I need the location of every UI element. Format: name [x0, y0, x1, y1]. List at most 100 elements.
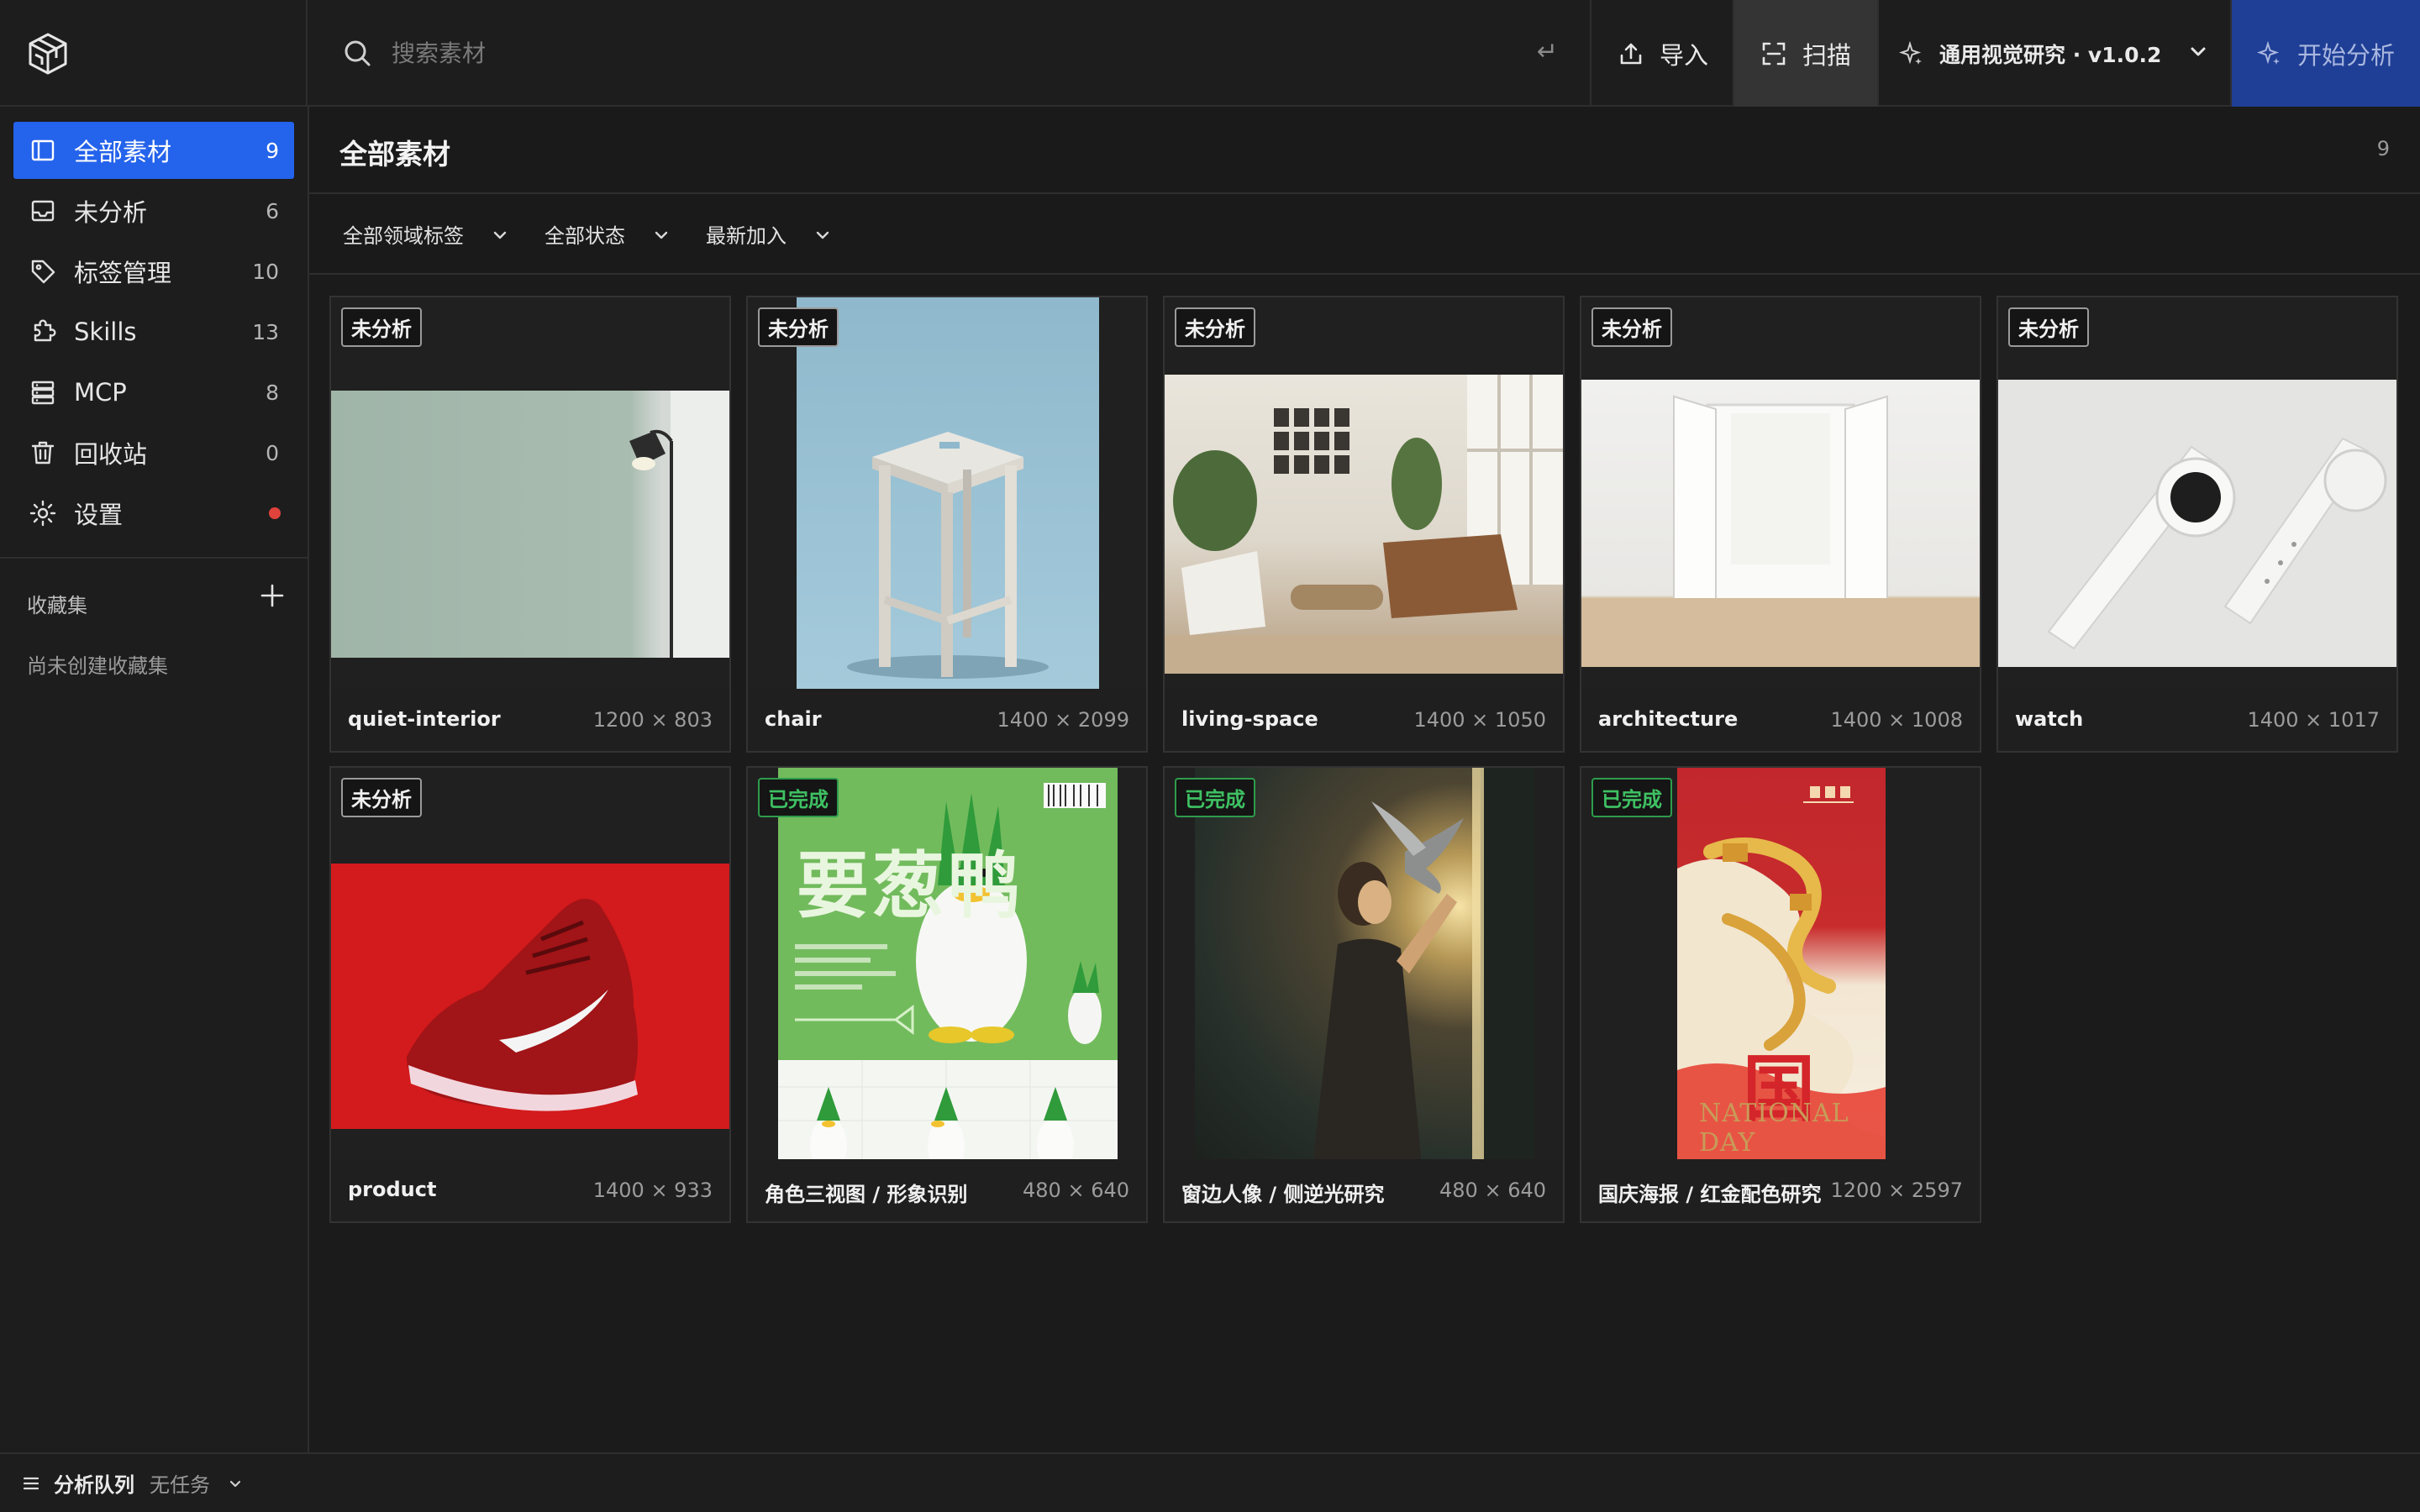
sidebar-item-label: 未分析 — [74, 198, 148, 227]
asset-thumbnail[interactable]: 要葱鸭 — [748, 768, 1146, 1164]
sidebar-divider — [0, 557, 308, 559]
app-logo-icon[interactable] — [25, 31, 71, 76]
sidebar-item-label: 回收站 — [74, 440, 148, 469]
status-badge: 未分析 — [758, 307, 839, 347]
asset-card[interactable]: 未分析 product 1400 × 933 — [329, 766, 731, 1223]
poster-title-text: 要葱鸭 — [797, 844, 1023, 928]
sidebar-item-mcp[interactable]: MCP 8 — [13, 364, 294, 421]
inbox-icon — [31, 200, 55, 222]
sidebar-item-count: 8 — [266, 380, 279, 405]
import-button[interactable]: 导入 — [1593, 0, 1734, 107]
enter-icon: ↵ — [1536, 37, 1558, 66]
logo-cell — [0, 0, 308, 107]
asset-name: living-space — [1181, 707, 1318, 731]
chevron-down-icon — [493, 231, 507, 239]
sidebar-item-count: 0 — [266, 440, 279, 465]
chevron-down-icon — [2191, 47, 2206, 56]
asset-name: product — [348, 1178, 437, 1201]
collections-title: 收藏集 — [27, 594, 87, 617]
status-badge: 已完成 — [1591, 778, 1672, 817]
asset-thumbnail[interactable] — [331, 768, 729, 1159]
asset-card[interactable]: 未分析 watch 1400 × 1017 — [1996, 296, 2398, 753]
queue-status: 无任务 — [150, 1473, 210, 1497]
asset-card[interactable]: 要葱鸭 已完成 角色三视图 / 形象识别 480 × 640 — [746, 766, 1148, 1223]
poster-title: 要葱鸭 — [797, 827, 1116, 932]
collections-empty-text: 尚未创建收藏集 — [27, 654, 168, 678]
asset-name: 窗边人像 / 侧逆光研究 — [1181, 1183, 1385, 1206]
sidebar-item-settings[interactable]: 设置 — [13, 485, 294, 542]
asset-name: 国庆海报 / 红金配色研究 — [1598, 1183, 1822, 1206]
card-footer: architecture 1400 × 1008 — [1581, 689, 1980, 751]
asset-thumbnail[interactable] — [1165, 297, 1563, 689]
sidebar-item-count: 6 — [266, 198, 279, 223]
status-badge: 已完成 — [758, 778, 839, 817]
asset-thumbnail[interactable] — [331, 297, 729, 689]
add-collection-icon[interactable] — [255, 579, 289, 612]
asset-name: chair — [765, 707, 822, 731]
asset-name: 角色三视图 / 形象识别 — [765, 1183, 968, 1206]
status-badge: 已完成 — [1175, 778, 1255, 817]
domain-tag-filter[interactable]: 全部领域标签 — [343, 219, 507, 249]
asset-card[interactable]: 国 NATIONAL DAY 已完成 国庆海报 / 红金配色研究 1200 × … — [1580, 766, 1981, 1223]
search-input[interactable] — [392, 39, 1484, 67]
puzzle-icon — [34, 319, 56, 342]
page-title: 全部素材 — [339, 138, 450, 171]
sidebar-item-count: 10 — [252, 259, 279, 284]
sort-filter[interactable]: 最新加入 — [706, 219, 829, 249]
asset-dimensions: 1200 × 803 — [592, 708, 713, 732]
asset-dimensions: 480 × 640 — [1439, 1179, 1546, 1202]
asset-card[interactable]: 未分析 chair 1400 × 2099 — [746, 296, 1148, 753]
chevron-down-icon[interactable] — [227, 1475, 244, 1492]
sidebar-item-label: MCP — [74, 378, 127, 407]
scan-button[interactable]: 扫描 — [1734, 0, 1879, 107]
asset-count: 9 — [2376, 137, 2390, 160]
status-filter[interactable]: 全部状态 — [544, 219, 668, 249]
sidebar-item-trash[interactable]: 回收站 0 — [13, 424, 294, 481]
asset-card[interactable]: 未分析 quiet-interior 1200 × 803 — [329, 296, 731, 753]
sparkle-icon — [1899, 40, 1922, 65]
notification-dot — [269, 507, 281, 519]
server-icon — [31, 381, 55, 405]
asset-thumbnail[interactable]: 国 NATIONAL DAY — [1581, 768, 1980, 1164]
sidebar-item-skills[interactable]: Skills 13 — [13, 303, 294, 360]
asset-card[interactable]: 已完成 窗边人像 / 侧逆光研究 480 × 640 — [1163, 766, 1565, 1223]
status-badge: 未分析 — [1591, 307, 1672, 347]
library-icon — [31, 139, 55, 161]
search-icon — [345, 40, 371, 66]
asset-thumbnail[interactable] — [748, 297, 1146, 694]
status-badge: 未分析 — [341, 778, 422, 817]
sidebar-item-count: 9 — [266, 138, 279, 163]
asset-name: architecture — [1598, 707, 1739, 731]
sidebar-item-tags[interactable]: 标签管理 10 — [13, 243, 294, 300]
project-selector[interactable]: 通用视觉研究 · v1.0.2 — [1879, 0, 2232, 107]
main-header: 全部素材 9 — [309, 107, 2420, 194]
asset-name: watch — [2015, 707, 2084, 731]
asset-card[interactable]: 未分析 architecture 1400 × 1008 — [1580, 296, 1981, 753]
sidebar-item-label: 标签管理 — [74, 259, 172, 287]
queue-title: 分析队列 — [54, 1473, 134, 1497]
asset-thumbnail[interactable] — [1165, 768, 1563, 1164]
asset-dimensions: 480 × 640 — [1023, 1179, 1129, 1202]
sparkle-icon — [2256, 40, 2280, 65]
sidebar-item-label: 设置 — [74, 501, 124, 529]
import-label: 导入 — [1659, 40, 1708, 70]
menu-icon — [23, 1477, 39, 1489]
asset-name: quiet-interior — [348, 707, 501, 731]
analysis-queue-bar[interactable]: 分析队列 无任务 — [0, 1452, 2420, 1512]
top-bar: ↵ 导入 扫描 通用视觉研究 · v1.0.2 开 — [0, 0, 2420, 107]
trash-icon — [31, 441, 55, 465]
card-footer: watch 1400 × 1017 — [1998, 689, 2396, 751]
gear-icon — [29, 500, 56, 527]
asset-card[interactable]: 未分析 living-space 1400 × 1050 — [1163, 296, 1565, 753]
start-analysis-label: 开始分析 — [2296, 40, 2395, 70]
card-footer: 国庆海报 / 红金配色研究 1200 × 2597 — [1581, 1159, 1980, 1221]
card-footer: chair 1400 × 2099 — [748, 689, 1146, 751]
sidebar-item-unanalyzed[interactable]: 未分析 6 — [13, 182, 294, 239]
asset-dimensions: 1400 × 933 — [592, 1179, 713, 1202]
asset-thumbnail[interactable] — [1581, 297, 1980, 689]
asset-dimensions: 1400 × 1017 — [2247, 708, 2380, 732]
sidebar-item-all-assets[interactable]: 全部素材 9 — [13, 122, 294, 179]
start-analysis-button[interactable]: 开始分析 — [2232, 0, 2420, 107]
asset-thumbnail[interactable] — [1998, 297, 2396, 689]
scan-label: 扫描 — [1802, 40, 1851, 70]
